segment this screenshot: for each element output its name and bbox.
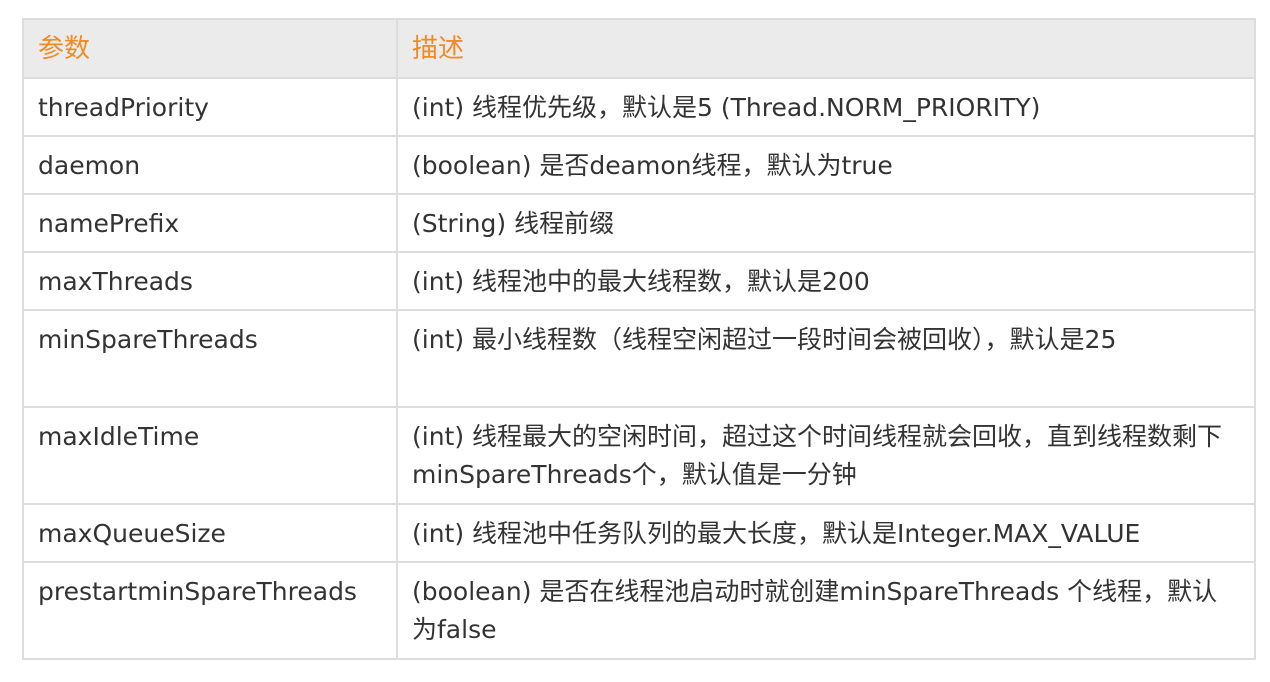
description-cell: (String) 线程前缀	[396, 193, 1256, 253]
param-cell: namePrefix	[22, 193, 398, 253]
table-row: daemon (boolean) 是否deamon线程，默认为true	[22, 135, 1256, 195]
param-cell: prestartminSpareThreads	[22, 561, 398, 660]
table-row: minSpareThreads (int) 最小线程数（线程空闲超过一段时间会被…	[22, 309, 1256, 408]
table-header-row: 参数 描述	[22, 18, 1256, 79]
param-cell: minSpareThreads	[22, 309, 398, 408]
description-cell: (int) 线程池中的最大线程数，默认是200	[396, 251, 1256, 311]
table-row: maxQueueSize (int) 线程池中任务队列的最大长度，默认是Inte…	[22, 503, 1256, 563]
table-row: maxIdleTime (int) 线程最大的空闲时间，超过这个时间线程就会回收…	[22, 406, 1256, 505]
param-cell: threadPriority	[22, 77, 398, 137]
description-cell: (int) 线程优先级，默认是5 (Thread.NORM_PRIORITY)	[396, 77, 1256, 137]
table-row: threadPriority (int) 线程优先级，默认是5 (Thread.…	[22, 77, 1256, 137]
header-param: 参数	[22, 18, 398, 79]
param-cell: maxIdleTime	[22, 406, 398, 505]
description-cell: (boolean) 是否在线程池启动时就创建minSpareThreads 个线…	[396, 561, 1256, 660]
table-row: prestartminSpareThreads (boolean) 是否在线程池…	[22, 561, 1256, 660]
table-row: namePrefix (String) 线程前缀	[22, 193, 1256, 253]
parameter-table-container: 参数 描述 threadPriority (int) 线程优先级，默认是5 (T…	[22, 18, 1256, 660]
description-cell: (int) 线程池中任务队列的最大长度，默认是Integer.MAX_VALUE	[396, 503, 1256, 563]
description-cell: (boolean) 是否deamon线程，默认为true	[396, 135, 1256, 195]
param-cell: maxThreads	[22, 251, 398, 311]
table-row: maxThreads (int) 线程池中的最大线程数，默认是200	[22, 251, 1256, 311]
param-cell: daemon	[22, 135, 398, 195]
description-cell: (int) 线程最大的空闲时间，超过这个时间线程就会回收，直到线程数剩下minS…	[396, 406, 1256, 505]
param-cell: maxQueueSize	[22, 503, 398, 563]
header-description: 描述	[396, 18, 1256, 79]
description-cell: (int) 最小线程数（线程空闲超过一段时间会被回收），默认是25	[396, 309, 1256, 408]
parameter-table: 参数 描述 threadPriority (int) 线程优先级，默认是5 (T…	[22, 18, 1256, 660]
